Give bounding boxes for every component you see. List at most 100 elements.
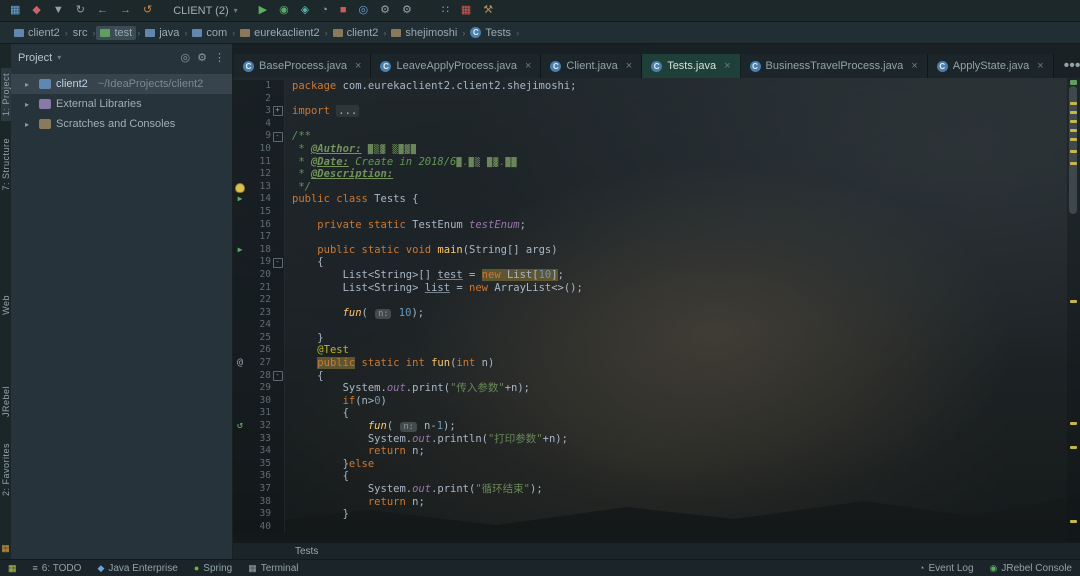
run-icon[interactable]: ▶ [259,5,267,16]
fold-marker[interactable]: - [271,370,285,383]
stop-icon[interactable]: ■ [340,5,347,16]
code-text[interactable]: private static TestEnum testEnum; [285,219,526,232]
breadcrumb-item-client2[interactable]: client2 [329,26,383,40]
breadcrumb-item-java[interactable]: java [141,26,183,40]
toolwindow-button-web[interactable]: Web [1,290,11,320]
tree-item-external-libraries[interactable]: ▸External Libraries [11,94,232,114]
tab-client-java[interactable]: CClient.java× [541,54,642,78]
line-number[interactable]: 27 [247,357,271,370]
profiler-icon[interactable]: ◔ [321,5,328,16]
line-number[interactable]: 14 [247,193,271,206]
breadcrumb-item-com[interactable]: com [188,26,231,40]
statusbar-todo[interactable]: ≡6: TODO [33,563,82,574]
line-number[interactable]: 37 [247,483,271,496]
code-text[interactable]: return n; [285,445,425,458]
breadcrumb-class[interactable]: Tests [295,546,318,557]
settings-icon[interactable]: ⚙ [197,52,207,64]
code-text[interactable]: import ... [285,105,359,118]
editor[interactable]: 1 package com.eurekaclient2.client2.sheji… [233,78,1080,542]
line-number[interactable]: 24 [247,319,271,332]
code-text[interactable]: public static void main(String[] args) [285,244,558,257]
line-number[interactable]: 36 [247,470,271,483]
code-text[interactable]: } [285,508,349,521]
code-area[interactable]: 1 package com.eurekaclient2.client2.sheji… [233,78,1067,542]
close-icon[interactable]: × [525,60,531,72]
line-number[interactable]: 17 [247,231,271,244]
code-text[interactable]: { [285,407,349,420]
code-text[interactable]: System.out.print("传入参数"+n); [285,382,530,395]
code-text[interactable] [285,231,292,244]
layout-icon[interactable]: ∷ [442,5,449,16]
tab-applystate-java[interactable]: CApplyState.java× [928,54,1054,78]
code-text[interactable]: fun( n: 10); [285,307,424,320]
plugin-settings-icon[interactable]: ⚙ [402,5,412,16]
more-tabs-icon[interactable]: ••• [1064,57,1080,75]
close-icon[interactable]: × [626,60,632,72]
line-number[interactable]: 30 [247,395,271,408]
intention-bulb-icon[interactable] [233,181,247,194]
build-hammer-icon[interactable]: ⚒ [483,5,493,16]
line-number[interactable]: 4 [247,118,271,131]
code-text[interactable]: * @Author: █▒▓ ▒█▓█ [285,143,417,156]
code-text[interactable]: * @Date: Create in 2018/6█.█▒ █▓.██ [285,156,518,169]
grid-icon[interactable]: ▦ [461,5,471,16]
code-text[interactable] [285,206,292,219]
line-number[interactable]: 16 [247,219,271,232]
tab-businesstravelprocess-java[interactable]: CBusinessTravelProcess.java× [741,54,928,78]
line-number[interactable]: 35 [247,458,271,471]
run-method-icon[interactable]: ▶ [233,193,247,206]
tab-leaveapplyprocess-java[interactable]: CLeaveApplyProcess.java× [371,54,541,78]
locate-file-icon[interactable]: ◎ [181,52,191,64]
breadcrumb-item-shejimoshi[interactable]: shejimoshi [387,26,461,40]
line-number[interactable]: 23 [247,307,271,320]
line-number[interactable]: 38 [247,496,271,509]
line-number[interactable]: 20 [247,269,271,282]
line-number[interactable]: 33 [247,433,271,446]
open-icon[interactable]: ◆ [32,5,40,16]
save-all-icon[interactable]: ▼ [53,5,64,16]
code-text[interactable] [285,118,292,131]
search-everywhere-icon[interactable]: ◎ [359,5,369,16]
fold-marker[interactable]: + [271,105,285,118]
breadcrumb-item-eurekaclient2[interactable]: eurekaclient2 [236,26,323,40]
line-number[interactable]: 3 [247,105,271,118]
line-number[interactable]: 10 [247,143,271,156]
code-text[interactable]: System.out.print("循环结束"); [285,483,543,496]
recursive-call-icon[interactable]: ↺ [233,420,247,433]
code-text[interactable]: @Test [285,344,349,357]
annotation-gutter-icon[interactable]: @ [233,357,247,370]
statusbar-spring[interactable]: ●Spring [194,563,232,574]
code-text[interactable]: public class Tests { [285,193,418,206]
tree-item-scratches-and-consoles[interactable]: ▸Scratches and Consoles [11,114,232,134]
toolwindow-button-jrebel[interactable]: JRebel [1,381,11,422]
close-icon[interactable]: × [724,60,730,72]
breadcrumb-item-test[interactable]: test [96,26,136,40]
project-icon[interactable]: ▦ [10,5,20,16]
line-number[interactable]: 12 [247,168,271,181]
line-number[interactable]: 40 [247,521,271,534]
line-number[interactable]: 1 [247,80,271,93]
code-text[interactable]: { [285,256,324,269]
close-icon[interactable]: × [355,60,361,72]
expand-caret[interactable]: ▸ [25,100,34,109]
run-config-selector[interactable]: CLIENT (2) ▾ [166,4,244,18]
breadcrumb-item-src[interactable]: src [69,26,92,40]
line-number[interactable]: 11 [247,156,271,169]
line-number[interactable]: 29 [247,382,271,395]
sync-icon[interactable]: ↻ [76,5,85,16]
forward-icon[interactable]: → [120,5,131,16]
line-number[interactable]: 28 [247,370,271,383]
code-text[interactable]: /** [285,130,311,143]
code-text[interactable]: List<String> list = new ArrayList<>(); [285,282,583,295]
line-number[interactable]: 21 [247,282,271,295]
toolwindow-button-7-structure[interactable]: 7: Structure [1,133,11,196]
breadcrumb-item-client2[interactable]: client2 [10,26,64,40]
code-text[interactable]: }else [285,458,374,471]
plugin-grid-icon[interactable]: ▦ [1,543,10,554]
undo-icon[interactable]: ↺ [143,5,152,16]
coverage-icon[interactable]: ◈ [301,5,309,16]
code-text[interactable] [285,93,292,106]
chevron-down-icon[interactable]: ▾ [57,53,61,62]
code-text[interactable]: package com.eurekaclient2.client2.shejim… [285,80,576,93]
close-icon[interactable]: × [1037,60,1043,72]
